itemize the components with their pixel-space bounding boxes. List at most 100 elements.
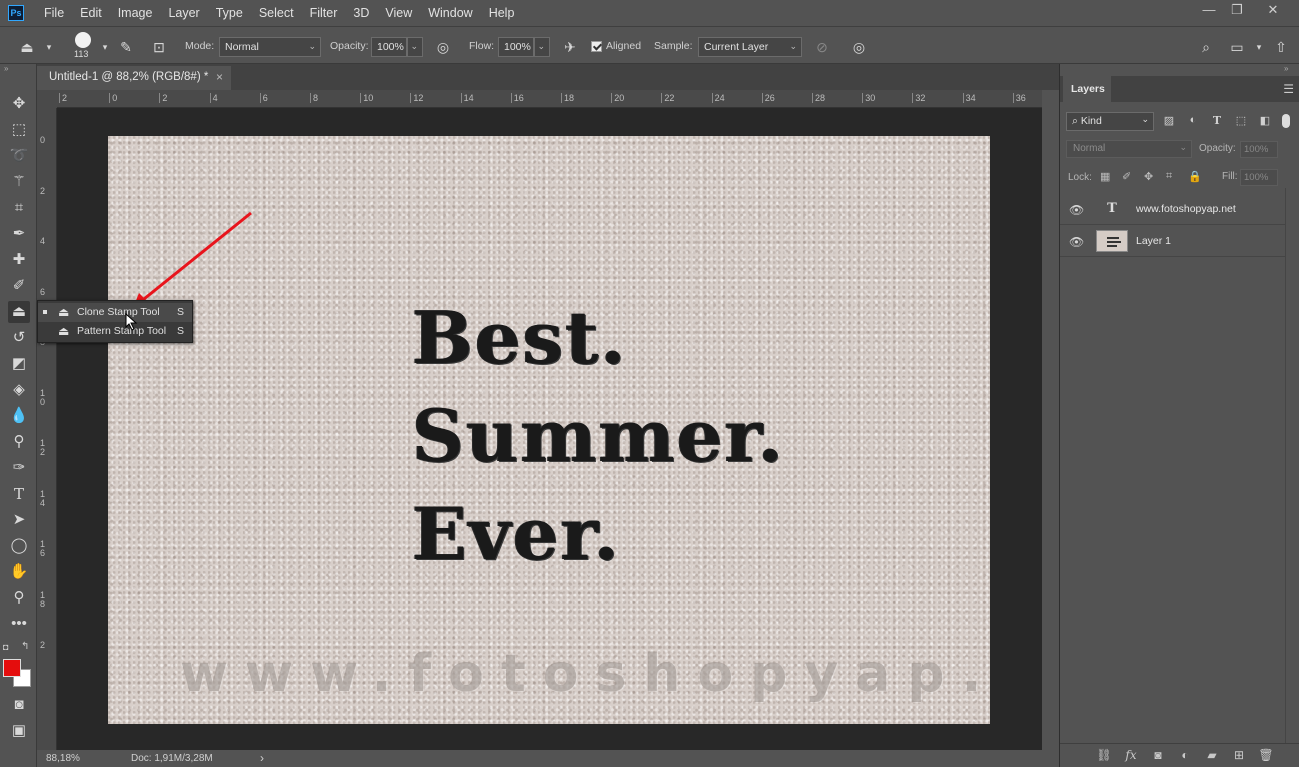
opacity-input[interactable]: 100% <box>371 37 407 57</box>
clone-stamp-tool-icon[interactable]: ⏏ <box>8 301 30 323</box>
lock-artboard-icon[interactable]: ⌗ <box>1166 170 1172 183</box>
default-colors-icon[interactable]: ◘ <box>3 642 8 652</box>
brush-settings-icon[interactable]: ✎ <box>117 38 135 56</box>
clone-stamp-preset-icon[interactable]: ⏏ <box>18 38 36 56</box>
adjustment-layer-icon[interactable]: ◐ <box>1177 748 1193 764</box>
menu-help[interactable]: Help <box>481 0 523 26</box>
layer-row-text[interactable]: 👁 T www.fotoshopyap.net <box>1060 194 1285 225</box>
preset-dropdown-icon[interactable]: ▾ <box>40 38 58 56</box>
eraser-tool-icon[interactable]: ◩ <box>8 353 30 375</box>
visibility-eye-icon[interactable]: 👁 <box>1069 203 1085 217</box>
document-tab[interactable]: Untitled-1 @ 88,2% (RGB/8#) * × <box>37 66 231 90</box>
menu-3d[interactable]: 3D <box>345 0 377 26</box>
horizontal-ruler[interactable]: 2 0 2 4 6 8 10 12 14 16 18 20 22 24 26 28 30 32 34 36 <box>57 90 1042 108</box>
close-window-button[interactable]: ✕ <box>1258 0 1288 22</box>
menu-layer[interactable]: Layer <box>160 0 207 26</box>
visibility-eye-icon[interactable]: 👁 <box>1069 235 1085 249</box>
menu-window[interactable]: Window <box>420 0 480 26</box>
lock-image-icon[interactable]: ✐ <box>1122 170 1131 183</box>
filter-pixel-icon[interactable]: ▨ <box>1162 114 1176 128</box>
crop-tool-icon[interactable]: ⌗ <box>8 197 30 219</box>
layer-opacity-input[interactable]: 100% <box>1240 141 1278 158</box>
screen-mode-icon[interactable]: ▣ <box>8 720 30 742</box>
share-icon[interactable]: ⇧ <box>1272 38 1290 56</box>
pen-tool-icon[interactable]: ✑ <box>8 457 30 479</box>
search-icon[interactable]: ⌕ <box>1197 38 1215 56</box>
add-mask-icon[interactable]: ◙ <box>1150 748 1166 764</box>
history-brush-tool-icon[interactable]: ↺ <box>8 327 30 349</box>
hand-tool-icon[interactable]: ✋ <box>8 561 30 583</box>
status-menu-arrow[interactable]: › <box>260 751 264 765</box>
flow-dropdown[interactable]: ⌄ <box>534 37 550 57</box>
workspace-dropdown-icon[interactable]: ▾ <box>1250 38 1268 56</box>
marquee-tool-icon[interactable]: ⬚ <box>8 119 30 141</box>
brush-tool-icon[interactable]: ✐ <box>8 275 30 297</box>
filter-toggle-icon[interactable] <box>1282 114 1290 128</box>
menu-filter[interactable]: Filter <box>302 0 346 26</box>
magic-wand-tool-icon[interactable]: ⚚ <box>8 171 30 193</box>
type-tool-icon[interactable]: T <box>8 483 30 505</box>
clone-source-icon[interactable]: ⊡ <box>150 38 168 56</box>
minimize-button[interactable]: — <box>1194 0 1224 22</box>
menu-view[interactable]: View <box>377 0 420 26</box>
menu-file[interactable]: File <box>36 0 72 26</box>
layer-filter-kind[interactable]: ⌕ Kind ⌄ <box>1066 112 1154 131</box>
fill-input[interactable]: 100% <box>1240 169 1278 186</box>
dodge-tool-icon[interactable]: ⚲ <box>8 431 30 453</box>
swap-colors-icon[interactable]: ↰ <box>21 641 29 652</box>
layer-name[interactable]: Layer 1 <box>1136 235 1171 247</box>
filter-smart-object-icon[interactable]: ◧ <box>1258 114 1272 128</box>
collapse-panel-icon[interactable]: » <box>1284 64 1288 73</box>
vertical-ruler[interactable]: 024681 01 21 41 61 82 <box>37 108 57 750</box>
pressure-opacity-icon[interactable]: ◎ <box>434 38 452 56</box>
menu-type[interactable]: Type <box>208 0 251 26</box>
layers-scrollbar[interactable] <box>1285 188 1299 743</box>
ruler-origin[interactable] <box>37 90 57 108</box>
menu-select[interactable]: Select <box>251 0 302 26</box>
close-document-icon[interactable]: × <box>216 70 223 84</box>
mode-select[interactable]: Normal ⌄ <box>219 37 321 57</box>
layer-name[interactable]: www.fotoshopyap.net <box>1136 203 1236 215</box>
opacity-dropdown[interactable]: ⌄ <box>407 37 423 57</box>
layers-tab[interactable]: Layers <box>1063 76 1111 102</box>
new-group-icon[interactable]: ▰ <box>1204 748 1220 764</box>
restore-button[interactable]: ❐ <box>1222 0 1252 22</box>
ignore-adjustment-layers-icon[interactable]: ⊘ <box>813 38 831 56</box>
zoom-tool-icon[interactable]: ⚲ <box>8 587 30 609</box>
flow-input[interactable]: 100% <box>498 37 534 57</box>
healing-brush-tool-icon[interactable]: ✚ <box>8 249 30 271</box>
new-layer-icon[interactable]: ⊞ <box>1231 748 1247 764</box>
path-selection-tool-icon[interactable]: ➤ <box>8 509 30 531</box>
collapse-toolbar-icon[interactable]: » <box>4 64 8 73</box>
blur-tool-icon[interactable]: 💧 <box>8 405 30 427</box>
paint-bucket-tool-icon[interactable]: ◈ <box>8 379 30 401</box>
blend-mode-select[interactable]: Normal ⌄ <box>1066 140 1192 158</box>
ellipse-tool-icon[interactable]: ◯ <box>8 535 30 557</box>
brush-preview-icon[interactable] <box>75 32 91 48</box>
lock-transparent-icon[interactable]: ▦ <box>1100 170 1110 183</box>
foreground-color-swatch[interactable] <box>3 659 21 677</box>
menu-image[interactable]: Image <box>110 0 161 26</box>
airbrush-icon[interactable]: ✈ <box>561 38 579 56</box>
flyout-pattern-stamp-tool[interactable]: ⏏ Pattern Stamp Tool S <box>38 322 192 341</box>
lasso-tool-icon[interactable]: ➰ <box>8 145 30 167</box>
lock-all-icon[interactable]: 🔒 <box>1188 170 1202 183</box>
zoom-level[interactable]: 88,18% <box>46 753 80 764</box>
quick-mask-icon[interactable]: ◙ <box>8 694 30 716</box>
aligned-checkbox[interactable] <box>591 41 602 52</box>
flyout-clone-stamp-tool[interactable]: ⏏ Clone Stamp Tool S <box>38 303 192 322</box>
move-tool-icon[interactable]: ✥ <box>8 93 30 115</box>
filter-type-icon[interactable]: T <box>1210 114 1224 128</box>
delete-layer-icon[interactable]: 🗑 <box>1258 748 1274 764</box>
eyedropper-tool-icon[interactable]: ✒ <box>8 223 30 245</box>
sample-select[interactable]: Current Layer ⌄ <box>698 37 802 57</box>
lock-position-icon[interactable]: ✥ <box>1144 170 1153 183</box>
layer-row-layer-1[interactable]: 👁 Layer 1 <box>1060 226 1285 257</box>
filter-adjustment-icon[interactable]: ◐ <box>1186 114 1200 128</box>
link-layers-icon[interactable]: ⛓ <box>1096 748 1112 764</box>
more-tools-icon[interactable]: ••• <box>8 613 30 635</box>
workspace-icon[interactable]: ▭ <box>1228 38 1246 56</box>
panel-menu-icon[interactable]: ☰ <box>1283 82 1294 96</box>
brush-dropdown-icon[interactable]: ▾ <box>96 38 114 56</box>
pressure-size-icon[interactable]: ◎ <box>850 38 868 56</box>
